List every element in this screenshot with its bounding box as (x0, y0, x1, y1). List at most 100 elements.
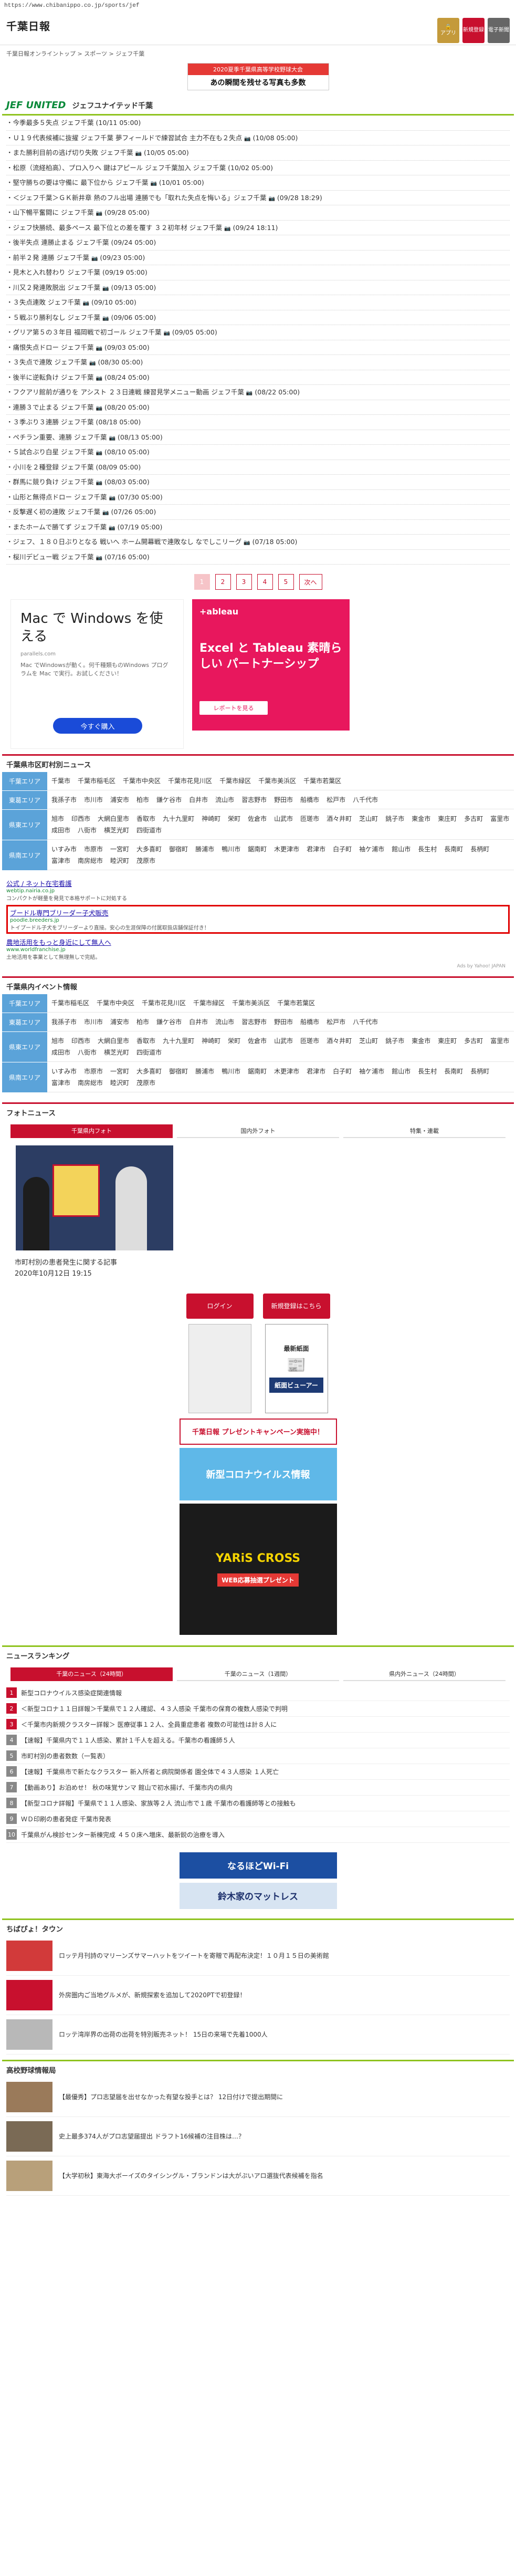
city-link[interactable]: 四街道市 (136, 825, 162, 836)
text-ad[interactable]: ブードル専門ブリーダー子犬販売 poodle.breeders.jp トイプードル子… (6, 905, 510, 934)
area-label[interactable]: 県南エリア (2, 1062, 47, 1092)
city-link[interactable]: 八街市 (78, 1047, 97, 1058)
city-link[interactable]: 銚子市 (385, 813, 404, 825)
list-item[interactable]: 【大学初秋】東海大ボーイズのタイシングル・ブランドンは大がぷいアロ選抜代表候補を… (6, 2160, 510, 2196)
city-link[interactable]: 千葉市花見川区 (168, 775, 212, 787)
city-link[interactable]: 松戸市 (327, 794, 345, 806)
news-item[interactable]: ・今季最多５失点 ジェフ千葉 (10/11 05:00) (6, 116, 510, 131)
news-item[interactable]: ・山形と無得点ドロー ジェフ千葉 📷 (07/30 05:00) (6, 490, 510, 505)
area-label[interactable]: 千葉エリア (2, 994, 47, 1013)
city-link[interactable]: 館山市 (392, 843, 410, 855)
city-link[interactable]: 鋸南町 (248, 1066, 267, 1077)
page-1-link[interactable]: 1 (194, 574, 210, 590)
city-link[interactable]: 旭市 (51, 1035, 64, 1047)
city-link[interactable]: 白井市 (189, 794, 208, 806)
news-item[interactable]: ・後半失点 連勝止まる ジェフ千葉 (09/24 05:00) (6, 235, 510, 251)
city-link[interactable]: 芝山町 (359, 813, 378, 825)
city-link[interactable]: 東庄町 (438, 813, 457, 825)
city-link[interactable]: 香取市 (136, 813, 155, 825)
city-link[interactable]: 柏市 (136, 1016, 149, 1028)
ranking-item[interactable]: 3 ＜千葉市内新規クラスター詳報＞ 医療従事１２人、全員重症患者 複数の可能性は計… (6, 1717, 510, 1733)
city-link[interactable]: 千葉市若葉区 (303, 775, 341, 787)
paper-viewer-link[interactable]: 最新紙面 📰 紙面ビューアー (265, 1323, 328, 1413)
list-item[interactable]: ロッテ月刊詩のマリーンズサマーハットをツイートを寄贈で再配布決定！１０月１５日の… (6, 1940, 510, 1976)
city-link[interactable]: 勝浦市 (195, 1066, 214, 1077)
city-link[interactable]: 千葉市緑区 (193, 997, 225, 1009)
city-link[interactable]: 千葉市緑区 (219, 775, 251, 787)
city-link[interactable]: 佐倉市 (248, 813, 267, 825)
page-5-link[interactable]: 5 (278, 574, 294, 590)
area-label[interactable]: 千葉エリア (2, 772, 47, 790)
ads-by-yahoo[interactable]: Ads by Yahoo! JAPAN (10, 964, 506, 969)
city-link[interactable]: 習志野市 (241, 794, 267, 806)
register-button[interactable]: 新規登録 (462, 18, 485, 43)
corona-banner[interactable]: 新型コロナウイルス情報 (179, 1447, 337, 1500)
news-item[interactable]: ・反撃遅く初の連敗 ジェフ千葉 📷 (07/26 05:00) (6, 505, 510, 520)
city-link[interactable]: 八千代市 (353, 1016, 378, 1028)
city-link[interactable]: 山武市 (274, 1035, 293, 1047)
city-link[interactable]: 栄町 (228, 813, 240, 825)
city-link[interactable]: 酒々井町 (327, 1035, 352, 1047)
news-item[interactable]: ・見木と入れ替わり ジェフ千葉 (09/19 05:00) (6, 265, 510, 280)
city-link[interactable]: 匝瑳市 (300, 1035, 319, 1047)
news-item[interactable]: ・ペチラン重要、連勝 ジェフ千葉 📷 (08/13 05:00) (6, 430, 510, 445)
news-item[interactable]: ・痛恨失点ドロー ジェフ千葉 📷 (09/03 05:00) (6, 340, 510, 355)
city-link[interactable]: 芝山町 (359, 1035, 378, 1047)
city-link[interactable]: 千葉市稲毛区 (78, 775, 115, 787)
city-link[interactable]: 富里市 (490, 1035, 509, 1047)
news-item[interactable]: ・ジェフ、１８０日ぶりとなる 戦いへ ホーム開幕戦で連敗なし なでしこリーグ 📷(… (6, 535, 510, 550)
mattress-banner[interactable]: 鈴木家のマットレス (179, 1882, 337, 1909)
city-link[interactable]: 館山市 (392, 1066, 410, 1077)
city-link[interactable]: 多古町 (464, 813, 483, 825)
area-label[interactable]: 県東エリア (2, 1032, 47, 1062)
city-link[interactable]: 東金市 (412, 813, 430, 825)
site-logo[interactable]: 千葉日報 (6, 18, 50, 33)
photo-news-image[interactable] (16, 1145, 173, 1250)
city-link[interactable]: 一宮町 (110, 843, 129, 855)
city-link[interactable]: 香取市 (136, 1035, 155, 1047)
city-link[interactable]: 四街道市 (136, 1047, 162, 1058)
city-link[interactable]: 浦安市 (110, 1016, 129, 1028)
city-link[interactable]: 鋸南町 (248, 843, 267, 855)
news-item[interactable]: ・前半２発 連勝 ジェフ千葉 📷 (09/23 05:00) (6, 251, 510, 265)
register-here-button[interactable]: 新規登録はこちら (262, 1293, 330, 1319)
news-item[interactable]: ・ジェフ快勝続、最多ペース 最下位との差を覆す ３２初年材 ジェフ千葉 📷 (09/… (6, 221, 510, 235)
news-item[interactable]: ・フクアリ館前が通りを アシスト ２３日連戦 練習見学メニュー動画 ジェフ千葉 📷… (6, 385, 510, 400)
city-link[interactable]: 銚子市 (385, 1035, 404, 1047)
tab-national-24h[interactable]: 県内外ニュース（24時間） (343, 1667, 506, 1681)
city-link[interactable]: 我孫子市 (51, 1016, 77, 1028)
city-link[interactable]: 長南町 (444, 1066, 463, 1077)
ranking-item[interactable]: 9 ＷＤ印刷の患者発症 千葉市発表 (6, 1811, 510, 1827)
news-item[interactable]: ・Ｕ１９代表候補に抜擢 ジェフ千葉 夢フィールドで練習試合 主力不在も２失点 📷(… (6, 131, 510, 145)
city-link[interactable]: 市原市 (84, 843, 103, 855)
tab-chiba-week[interactable]: 千葉のニュース（1週間） (177, 1667, 339, 1681)
news-item[interactable]: ・桜川デビュー戦 ジェフ千葉 📷 (07/16 05:00) (6, 550, 510, 565)
list-item[interactable]: ロッテ湾岸界の出荷の出荷を特別販売ネット！ 15日の来場で先着1000人 (6, 2019, 510, 2054)
city-link[interactable]: 長柄町 (470, 1066, 489, 1077)
news-item[interactable]: ・小川を２種登録 ジェフ千葉 (08/09 05:00) (6, 460, 510, 475)
area-label[interactable]: 県東エリア (2, 810, 47, 840)
city-link[interactable]: 長生村 (418, 843, 437, 855)
text-ad-title[interactable]: 公式 / ネット在宅看護 (6, 878, 510, 888)
city-link[interactable]: 千葉市稲毛区 (51, 997, 89, 1009)
city-link[interactable]: 柏市 (136, 794, 149, 806)
report-button[interactable]: レポートを見る (199, 701, 268, 715)
city-link[interactable]: 鴨川市 (222, 843, 240, 855)
news-item[interactable]: ・５戦ぶり勝利なし ジェフ千葉 📷 (09/06 05:00) (6, 310, 510, 325)
city-link[interactable]: 市川市 (84, 1016, 103, 1028)
city-link[interactable]: 富里市 (490, 813, 509, 825)
city-link[interactable]: 横芝光町 (104, 825, 129, 836)
city-link[interactable]: 白子町 (333, 843, 352, 855)
city-link[interactable]: 九十九里町 (163, 813, 194, 825)
campaign-banner[interactable]: 千葉日報 プレゼントキャンペーン実施中！ (179, 1418, 337, 1445)
city-link[interactable]: 御宿町 (169, 843, 188, 855)
city-link[interactable]: 袖ケ浦市 (359, 843, 384, 855)
list-item[interactable]: 史上最多374人がプロ志望届提出 ドラフト16候補の注目株は…？ (6, 2121, 510, 2156)
page-3-link[interactable]: 3 (236, 574, 252, 590)
city-link[interactable]: いすみ市 (51, 843, 77, 855)
news-item[interactable]: ・松原（流経柏高）、プロ入りへ 鍵はアピール ジェフ千葉加入 ジェフ千葉 (10… (6, 161, 510, 175)
top-banner[interactable]: 2020夏季千葉県高等学校野球大会 あの瞬間を残せる写真も多数 (187, 63, 329, 90)
city-link[interactable]: 君津市 (307, 1066, 325, 1077)
city-link[interactable]: 流山市 (215, 794, 234, 806)
news-item[interactable]: ・またホームで勝てず ジェフ千葉 📷 (07/19 05:00) (6, 520, 510, 535)
